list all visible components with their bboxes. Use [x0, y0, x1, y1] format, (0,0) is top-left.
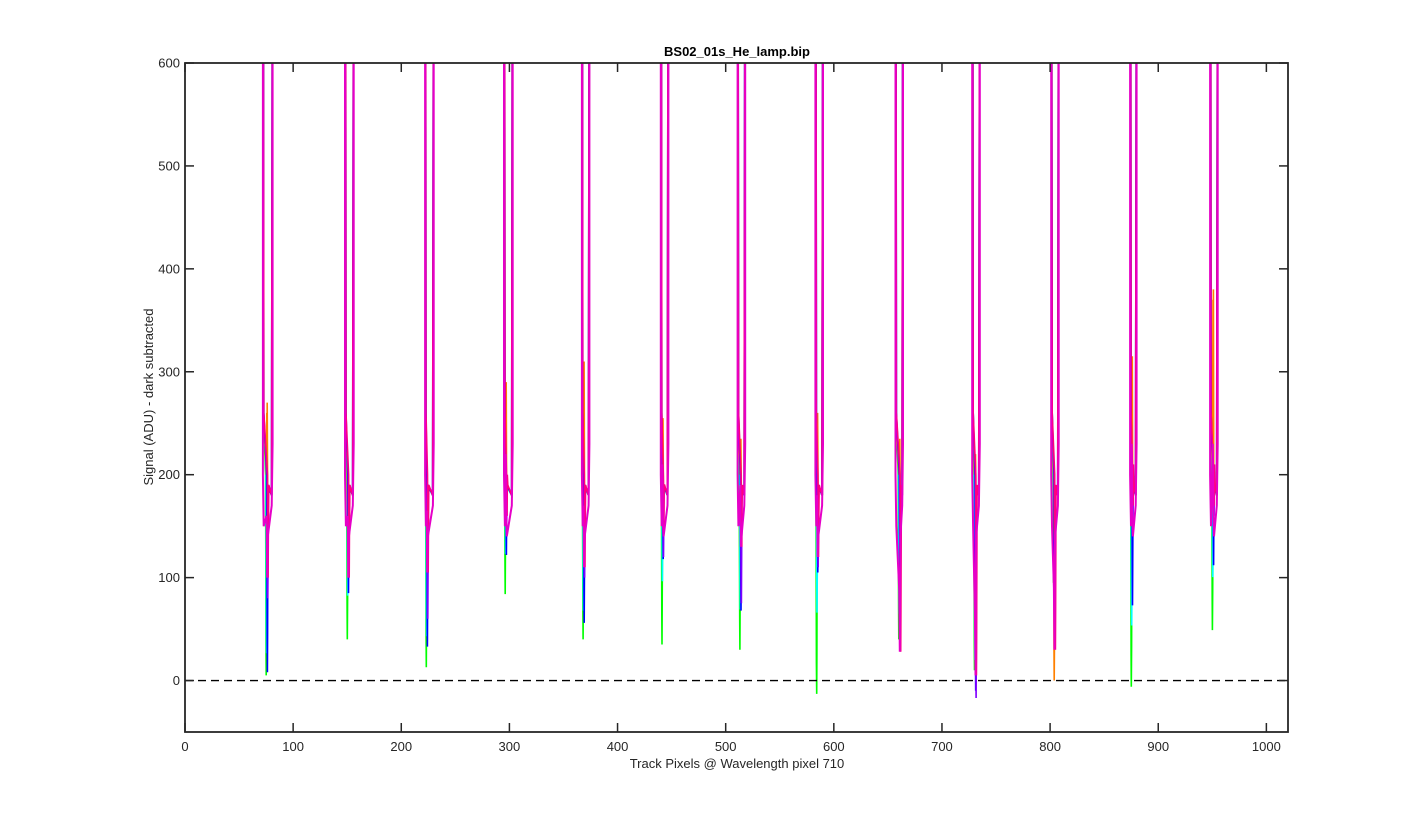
trough-3: [424, 63, 435, 668]
axes-layer: [184, 62, 1289, 733]
x-tick-label-200: 200: [390, 739, 412, 754]
y-tick-label-0: 0: [173, 673, 180, 688]
trough-4-line-pink: [503, 63, 513, 516]
chart-title: BS02_01s_He_lamp.bip: [664, 44, 810, 59]
x-tick-label-1000: 1000: [1252, 739, 1281, 754]
axes-box: [184, 62, 1289, 733]
y-tick-label-600: 600: [158, 56, 180, 71]
trough-1: [261, 63, 274, 676]
x-tick-label-700: 700: [931, 739, 953, 754]
x-tick-label-500: 500: [715, 739, 737, 754]
x-tick-label-900: 900: [1147, 739, 1169, 754]
x-tick-label-0: 0: [181, 739, 188, 754]
y-tick-label-200: 200: [158, 467, 180, 482]
x-axis-label: Track Pixels @ Wavelength pixel 710: [630, 756, 845, 771]
trough-10: [971, 63, 981, 699]
x-tick-label-800: 800: [1039, 739, 1061, 754]
y-tick-label-100: 100: [158, 570, 180, 585]
x-tick-label-600: 600: [823, 739, 845, 754]
trough-8: [814, 63, 824, 694]
trough-7: [736, 63, 747, 650]
trough-6-line-pink: [660, 63, 669, 527]
trough-12: [1129, 63, 1138, 687]
y-tick-label-400: 400: [158, 261, 180, 276]
trough-2: [344, 63, 355, 640]
y-tick-label-500: 500: [158, 158, 180, 173]
trough-9: [894, 63, 904, 652]
trough-13: [1209, 63, 1219, 631]
trough-11: [1050, 63, 1060, 681]
figure: BS02_01s_He_lamp.bip 0 100 200 300 400 500 600…: [0, 0, 1425, 825]
tick-layer: 0 100 200 300 400 500 600 700 800 900 1000 0 100 200 3…: [158, 56, 1288, 754]
y-axis-label: Signal (ADU) - dark subtracted: [141, 308, 156, 485]
plot-content: [261, 63, 1219, 699]
x-tick-label-100: 100: [282, 739, 304, 754]
x-tick-label-400: 400: [607, 739, 629, 754]
chart: BS02_01s_He_lamp.bip 0 100 200 300 400 500 600…: [141, 44, 1289, 771]
trough-12-line-pink: [1130, 63, 1137, 506]
trough-4: [503, 63, 514, 595]
trough-5: [580, 63, 591, 640]
x-tick-label-300: 300: [499, 739, 521, 754]
trough-6: [659, 63, 670, 645]
y-tick-label-300: 300: [158, 364, 180, 379]
